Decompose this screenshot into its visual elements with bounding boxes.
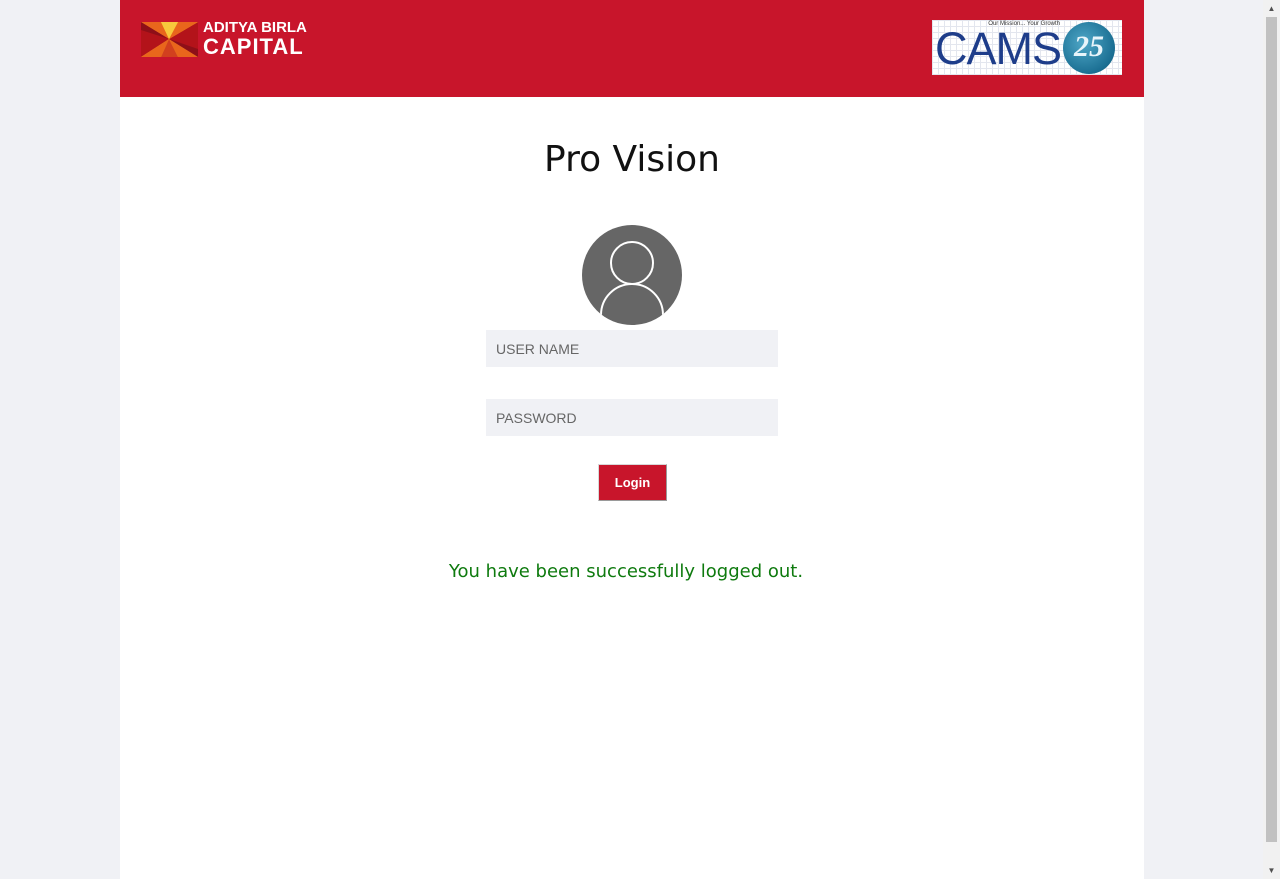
scroll-down-arrow-icon[interactable]: ▼ bbox=[1263, 862, 1280, 879]
vertical-scrollbar[interactable]: ▲ ▼ bbox=[1263, 0, 1280, 879]
username-input[interactable] bbox=[486, 330, 778, 367]
password-input[interactable] bbox=[486, 399, 778, 436]
aditya-birla-wordmark: ADITYA BIRLA CAPITAL bbox=[203, 20, 307, 58]
login-button[interactable]: Login bbox=[598, 464, 667, 501]
brand-line-2: CAPITAL bbox=[203, 34, 304, 59]
page-title: Pro Vision bbox=[544, 139, 720, 180]
cams-logo: Our Mission... Your Growth CAMS 25 bbox=[932, 20, 1122, 75]
page-container: ADITYA BIRLA CAPITAL Our Mission... Your… bbox=[120, 0, 1144, 879]
logout-status-message: You have been successfully logged out. bbox=[448, 561, 804, 582]
scrollbar-thumb[interactable] bbox=[1266, 17, 1277, 842]
aditya-birla-capital-logo: ADITYA BIRLA CAPITAL bbox=[141, 20, 307, 58]
scroll-up-arrow-icon[interactable]: ▲ bbox=[1263, 0, 1280, 17]
user-avatar-icon bbox=[582, 225, 682, 325]
cams-wordmark: CAMS bbox=[935, 23, 1062, 74]
brand-line-1: ADITYA BIRLA bbox=[203, 19, 307, 36]
aditya-birla-sunburst-icon bbox=[141, 22, 198, 57]
header-bar: ADITYA BIRLA CAPITAL Our Mission... Your… bbox=[120, 0, 1144, 97]
cams-anniversary-badge: 25 bbox=[1063, 22, 1115, 74]
